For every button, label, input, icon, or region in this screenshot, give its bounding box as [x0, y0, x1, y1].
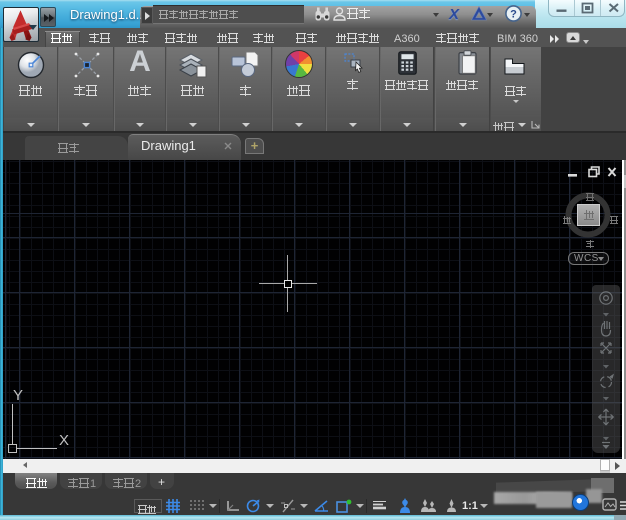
svg-text:?: ?: [510, 9, 517, 21]
